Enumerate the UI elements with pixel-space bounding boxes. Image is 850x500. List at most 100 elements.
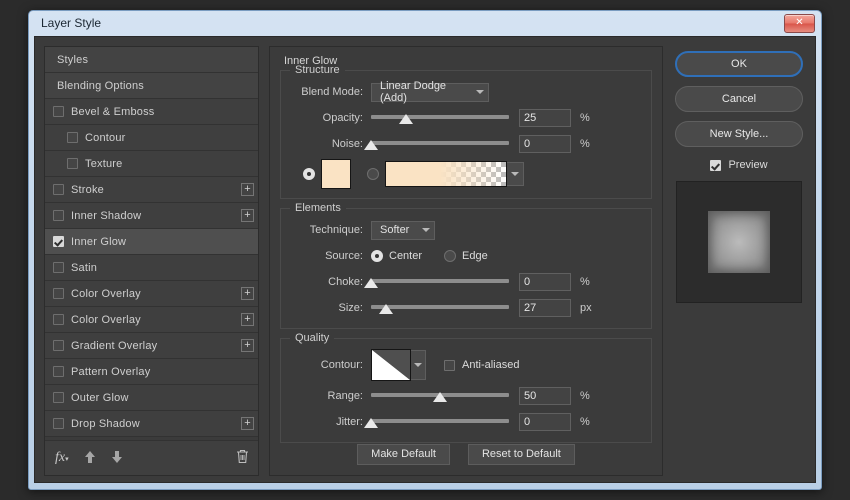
- style-checkbox[interactable]: [53, 340, 64, 351]
- choke-slider[interactable]: [371, 273, 509, 291]
- contour-picker-button[interactable]: [411, 350, 426, 380]
- reset-to-default-button[interactable]: Reset to Default: [468, 444, 575, 465]
- gradient-picker-button[interactable]: [507, 162, 524, 186]
- style-row-bevel-emboss[interactable]: Bevel & Emboss: [45, 99, 258, 125]
- contour-row: Contour: Anti-aliased: [291, 349, 641, 381]
- chevron-down-icon: [422, 228, 430, 232]
- style-row-outer-glow[interactable]: Outer Glow: [45, 385, 258, 411]
- noise-slider[interactable]: [371, 135, 509, 153]
- style-checkbox[interactable]: [53, 236, 64, 247]
- window-title: Layer Style: [41, 16, 101, 30]
- jitter-input[interactable]: 0: [519, 413, 571, 431]
- cancel-button[interactable]: Cancel: [675, 86, 803, 112]
- anti-aliased-label: Anti-aliased: [462, 359, 519, 371]
- structure-title: Structure: [290, 64, 345, 76]
- source-label: Source:: [291, 250, 363, 262]
- fill-color-radio[interactable]: [303, 168, 315, 180]
- choke-track: [371, 279, 509, 283]
- noise-label: Noise:: [291, 138, 363, 150]
- style-row-drop-shadow[interactable]: Drop Shadow+: [45, 411, 258, 437]
- add-effect-button[interactable]: +: [241, 209, 254, 222]
- style-checkbox[interactable]: [53, 392, 64, 403]
- style-row-label: Outer Glow: [71, 392, 254, 404]
- source-center-radio[interactable]: [371, 250, 383, 262]
- size-row: Size: 27 px: [291, 297, 641, 319]
- style-row-inner-shadow[interactable]: Inner Shadow+: [45, 203, 258, 229]
- ok-button[interactable]: OK: [675, 51, 803, 77]
- fill-type-row: [291, 159, 641, 189]
- preview-shape: [708, 211, 770, 273]
- style-row-contour[interactable]: Contour: [45, 125, 258, 151]
- style-checkbox[interactable]: [67, 158, 78, 169]
- jitter-thumb[interactable]: [364, 418, 378, 428]
- new-style-button[interactable]: New Style...: [675, 121, 803, 147]
- range-slider[interactable]: [371, 387, 509, 405]
- glow-color-swatch[interactable]: [321, 159, 351, 189]
- size-slider[interactable]: [371, 299, 509, 317]
- style-checkbox[interactable]: [67, 132, 78, 143]
- style-checkbox[interactable]: [53, 106, 64, 117]
- noise-thumb[interactable]: [364, 140, 378, 150]
- anti-aliased-checkbox[interactable]: [444, 360, 455, 371]
- source-edge-label: Edge: [462, 250, 488, 262]
- style-row-blending-options[interactable]: Blending Options: [45, 73, 258, 99]
- source-edge-radio[interactable]: [444, 250, 456, 262]
- range-unit: %: [580, 390, 590, 402]
- style-row-satin[interactable]: Satin: [45, 255, 258, 281]
- style-checkbox[interactable]: [53, 210, 64, 221]
- style-row-label: Inner Glow: [71, 236, 254, 248]
- fill-gradient-radio[interactable]: [367, 168, 379, 180]
- jitter-slider[interactable]: [371, 413, 509, 431]
- opacity-input[interactable]: 25: [519, 109, 571, 127]
- add-effect-button[interactable]: +: [241, 287, 254, 300]
- style-checkbox[interactable]: [53, 262, 64, 273]
- technique-value: Softer: [380, 224, 413, 236]
- style-row-texture[interactable]: Texture: [45, 151, 258, 177]
- style-row-stroke[interactable]: Stroke+: [45, 177, 258, 203]
- style-row-styles[interactable]: Styles: [45, 47, 258, 73]
- technique-select[interactable]: Softer: [371, 221, 435, 240]
- close-button[interactable]: ✕: [784, 14, 815, 33]
- noise-input[interactable]: 0: [519, 135, 571, 153]
- style-row-pattern-overlay[interactable]: Pattern Overlay: [45, 359, 258, 385]
- style-checkbox[interactable]: [53, 288, 64, 299]
- jitter-unit: %: [580, 416, 590, 428]
- blend-mode-select[interactable]: Linear Dodge (Add): [371, 83, 489, 102]
- choke-thumb[interactable]: [364, 278, 378, 288]
- preview-toggle[interactable]: Preview: [710, 159, 767, 171]
- arrow-up-icon[interactable]: [84, 450, 96, 467]
- choke-input[interactable]: 0: [519, 273, 571, 291]
- technique-label: Technique:: [291, 224, 363, 236]
- style-checkbox[interactable]: [53, 184, 64, 195]
- contour-preview[interactable]: [371, 349, 411, 381]
- close-icon: ✕: [795, 17, 803, 28]
- add-effect-button[interactable]: +: [241, 183, 254, 196]
- preview-checkbox[interactable]: [710, 160, 721, 171]
- jitter-label: Jitter:: [291, 416, 363, 428]
- style-row-gradient-overlay[interactable]: Gradient Overlay+: [45, 333, 258, 359]
- glow-gradient-preview[interactable]: [385, 161, 507, 187]
- range-input[interactable]: 50: [519, 387, 571, 405]
- add-effect-button[interactable]: +: [241, 339, 254, 352]
- style-checkbox[interactable]: [53, 366, 64, 377]
- style-row-color-overlay[interactable]: Color Overlay+: [45, 281, 258, 307]
- opacity-thumb[interactable]: [399, 114, 413, 124]
- trash-icon[interactable]: [236, 449, 249, 467]
- blend-mode-row: Blend Mode: Linear Dodge (Add): [291, 81, 641, 103]
- style-row-label: Texture: [85, 158, 254, 170]
- style-row-color-overlay[interactable]: Color Overlay+: [45, 307, 258, 333]
- add-effect-button[interactable]: +: [241, 417, 254, 430]
- size-thumb[interactable]: [379, 304, 393, 314]
- style-checkbox[interactable]: [53, 314, 64, 325]
- style-row-inner-glow[interactable]: Inner Glow: [45, 229, 258, 255]
- range-thumb[interactable]: [433, 392, 447, 402]
- style-checkbox[interactable]: [53, 418, 64, 429]
- blend-mode-label: Blend Mode:: [291, 86, 363, 98]
- fx-menu-icon[interactable]: fx▾: [55, 450, 69, 466]
- arrow-down-icon[interactable]: [111, 450, 123, 467]
- make-default-button[interactable]: Make Default: [357, 444, 450, 465]
- opacity-slider[interactable]: [371, 109, 509, 127]
- size-input[interactable]: 27: [519, 299, 571, 317]
- add-effect-button[interactable]: +: [241, 313, 254, 326]
- styles-list: StylesBlending OptionsBevel & EmbossCont…: [44, 46, 259, 476]
